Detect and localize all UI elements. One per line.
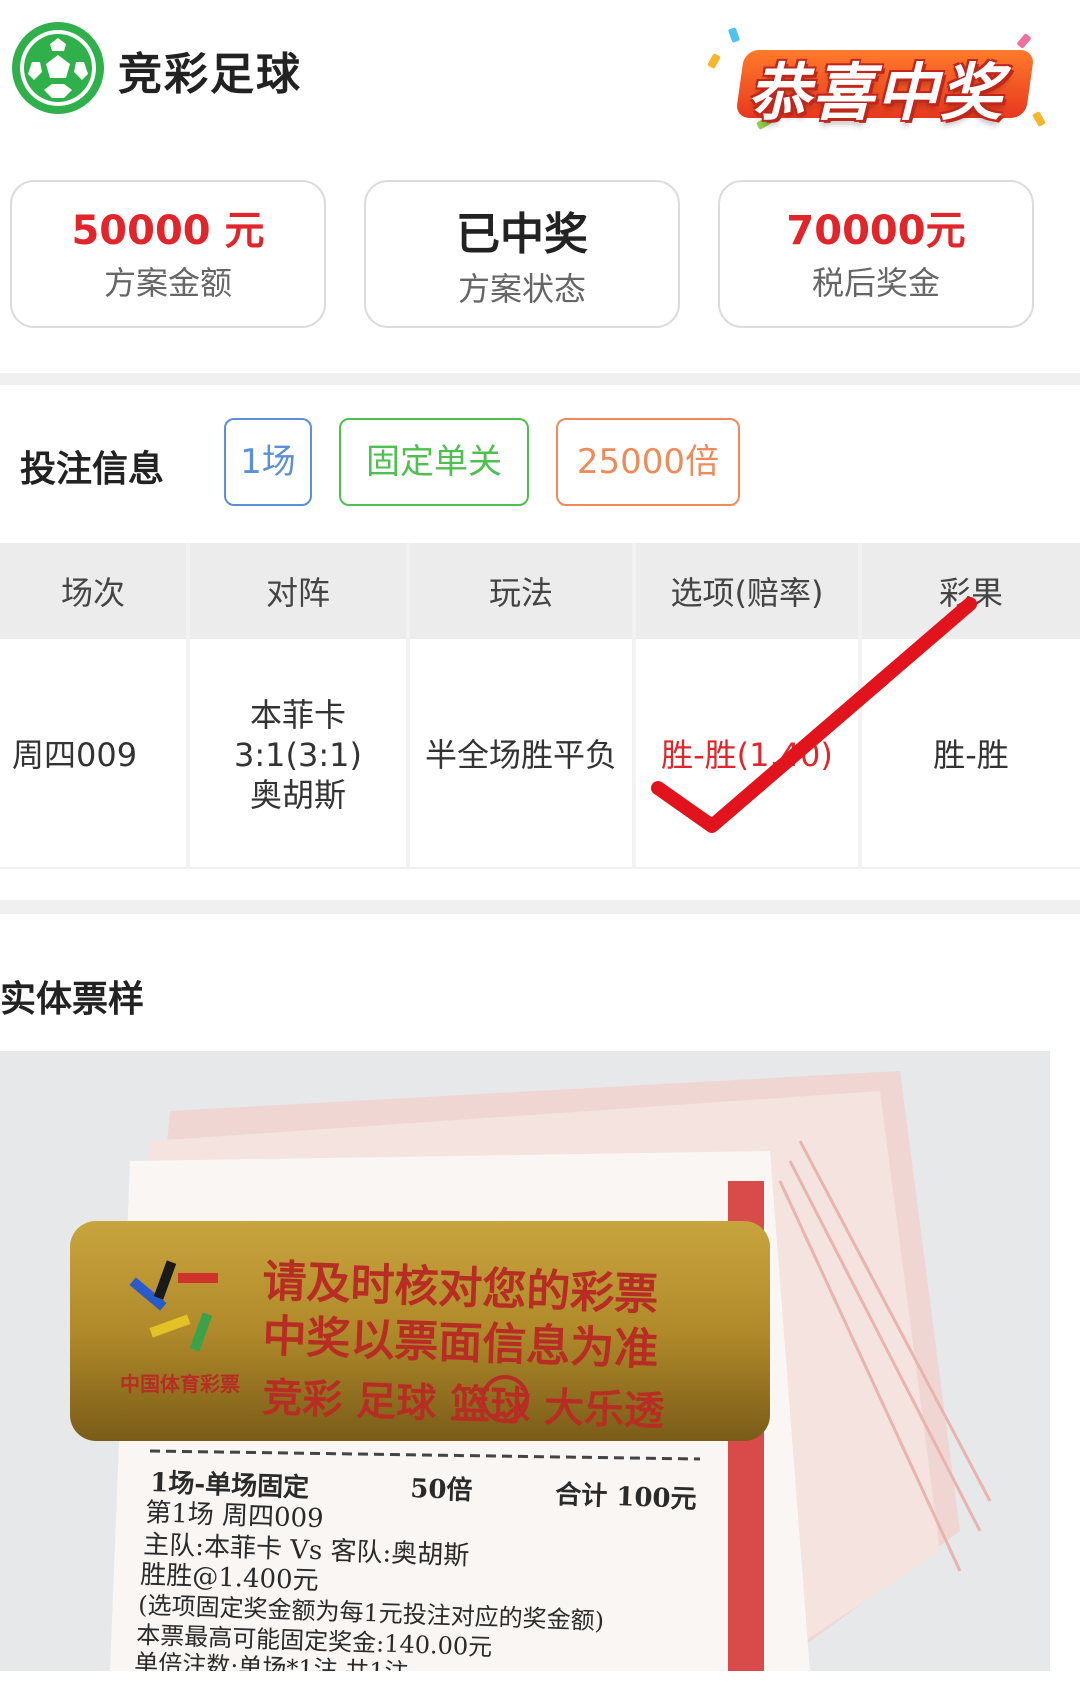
col-play-type: 玩法 (488, 574, 553, 612)
play-type-cell: 半全场胜平负 (424, 736, 617, 774)
plan-amount-card: 50000 元 方案金额 (10, 180, 326, 328)
match-no-cell: 周四009 (12, 736, 138, 774)
ticket-photo: 中国体育彩票 请及时核对您的彩票 中奖以票面信息为准 竞彩 足球 篮球 大乐透 … (0, 1051, 1050, 1671)
option-odds-cell: 胜-胜(1.40) (661, 736, 833, 774)
match-count-tag: 1场 (224, 418, 312, 506)
bet-type-tag: 固定单关 (339, 418, 529, 506)
plan-status-value: 已中奖 (456, 209, 588, 260)
table-divider (858, 543, 862, 867)
ticket-line-3: 合计 100元 (555, 1479, 697, 1515)
col-option-odds: 选项(赔率) (670, 574, 824, 612)
plan-amount-label: 方案金额 (103, 264, 232, 302)
after-tax-prize-label: 税后奖金 (811, 264, 940, 302)
table-divider (406, 543, 410, 867)
plan-status-card: 已中奖 方案状态 (364, 180, 680, 328)
ticket-line-4: 第1场 周四009 (145, 1498, 324, 1534)
ticket-line-2: 50倍 (410, 1473, 473, 1506)
plan-status-label: 方案状态 (457, 270, 586, 308)
col-matchup: 对阵 (265, 574, 330, 612)
col-result: 彩果 (938, 574, 1003, 612)
table-bottom-border (0, 867, 1080, 869)
match-score: 3:1(3:1) (234, 736, 362, 774)
ticket-line-6: 胜胜@1.400元 (140, 1560, 319, 1596)
multiplier-tag: 25000倍 (556, 418, 740, 506)
congrats-text: 恭喜中奖 (748, 56, 1005, 129)
congrats-badge: 恭喜中奖 (700, 20, 1046, 130)
col-match-no: 场次 (60, 574, 125, 612)
away-team: 奥胡斯 (249, 776, 346, 814)
table-row: 周四009 本菲卡 3:1(3:1) 奥胡斯 半全场胜平负 胜-胜(1.40) … (0, 643, 1080, 867)
summary-cards: 50000 元 方案金额 已中奖 方案状态 70000元 税后奖金 (0, 180, 1080, 330)
table-divider (186, 543, 190, 867)
app-header: 竞彩足球 恭喜中奖 (0, 0, 1080, 170)
after-tax-prize-value: 70000元 (786, 208, 966, 254)
ticket-sample-title: 实体票样 (0, 979, 145, 1020)
matchup-cell: 本菲卡 3:1(3:1) 奥胡斯 (190, 643, 406, 867)
table-divider (632, 543, 636, 867)
section-divider (0, 900, 1080, 914)
bet-table-header: 场次 对阵 玩法 选项(赔率) 彩果 (0, 543, 1080, 639)
bet-info-title: 投注信息 (20, 449, 165, 490)
after-tax-prize-card: 70000元 税后奖金 (718, 180, 1034, 328)
result-cell: 胜-胜 (933, 736, 1009, 774)
plan-amount-value: 50000 元 (71, 208, 265, 254)
app-title: 竞彩足球 (118, 49, 302, 100)
home-team: 本菲卡 (249, 696, 346, 734)
org-label: 中国体育彩票 (120, 1372, 240, 1396)
section-divider (0, 373, 1080, 385)
football-logo-icon (12, 22, 104, 114)
notice-plate: 中国体育彩票 请及时核对您的彩票 中奖以票面信息为准 竞彩 足球 篮球 大乐透 (70, 1221, 770, 1441)
